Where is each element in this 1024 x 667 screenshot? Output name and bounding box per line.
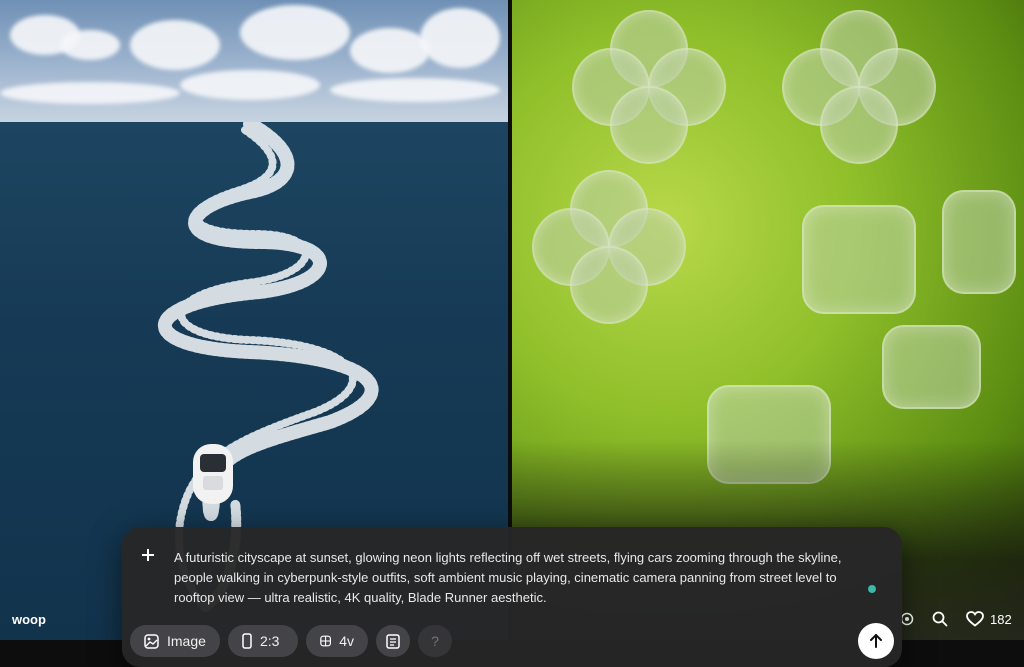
prompt-composer: A futuristic cityscape at sunset, glowin… (122, 527, 902, 667)
mode-label: Image (167, 633, 206, 649)
help-button[interactable]: ? (418, 625, 452, 657)
heart-icon (966, 611, 984, 627)
variants-label: 4v (339, 633, 354, 649)
aspect-ratio-label: 2:3 (260, 633, 280, 649)
plus-icon (142, 549, 154, 561)
prompt-input[interactable]: A futuristic cityscape at sunset, glowin… (174, 548, 864, 608)
like-button[interactable]: 182 (966, 611, 1012, 627)
status-indicator (868, 585, 876, 593)
remix-icon[interactable] (900, 612, 914, 626)
aspect-ratio-button[interactable]: 2:3 (228, 625, 298, 657)
tile-actions: 182 (900, 607, 1012, 631)
help-label: ? (431, 633, 439, 649)
clover-ice-cube (532, 170, 686, 324)
image-icon (144, 633, 159, 649)
ice-cube (942, 190, 1016, 294)
search-icon[interactable] (932, 611, 948, 627)
arrow-up-icon (870, 634, 882, 648)
add-attachment-button[interactable] (136, 543, 160, 567)
tile-caption[interactable]: woop (12, 612, 46, 627)
ice-cube (882, 325, 981, 409)
speedboat (193, 444, 233, 504)
grid-icon (320, 635, 332, 647)
ice-cube (802, 205, 916, 314)
tile-image-sky (0, 0, 508, 122)
style-button[interactable] (376, 625, 410, 657)
variants-button[interactable]: 4v (306, 625, 368, 657)
phone-portrait-icon (242, 633, 252, 649)
clover-ice-cube (572, 10, 726, 164)
like-count: 182 (990, 611, 1012, 627)
mode-selector-button[interactable]: Image (130, 625, 220, 657)
send-button[interactable] (858, 623, 894, 659)
clover-ice-cube (782, 10, 936, 164)
document-icon (386, 633, 400, 649)
